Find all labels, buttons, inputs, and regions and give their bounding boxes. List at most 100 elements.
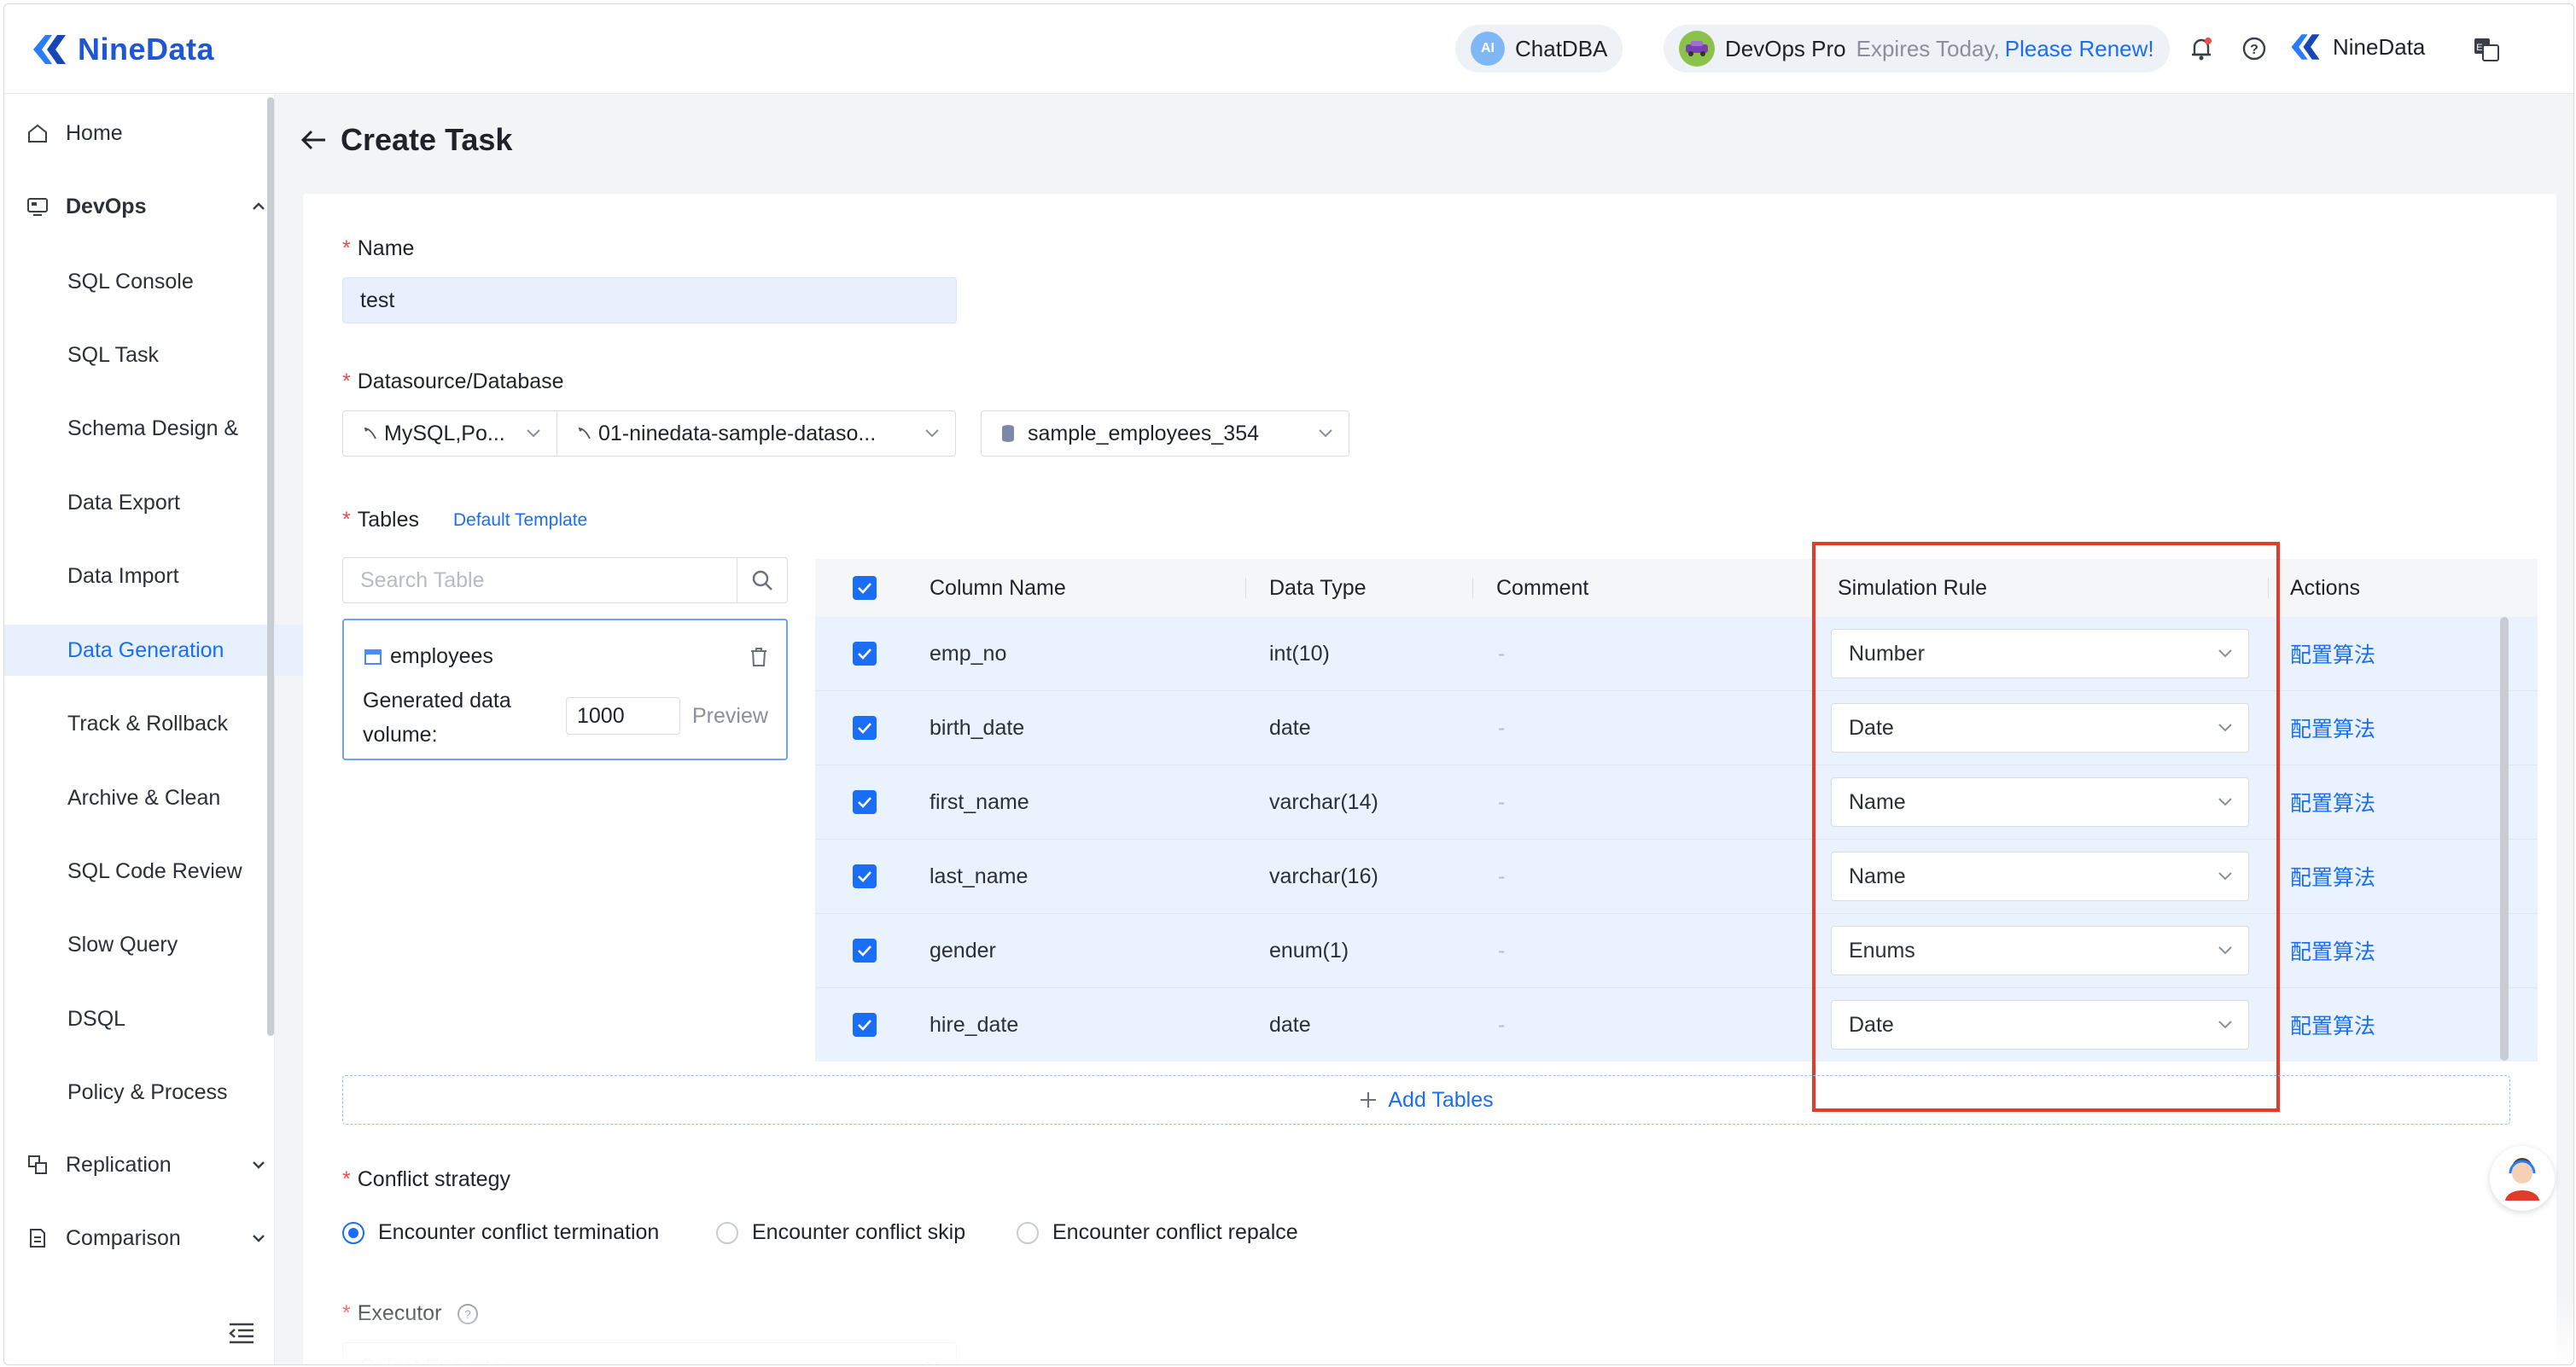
radio-conflict-termination[interactable]: Encounter conflict termination: [342, 1220, 659, 1245]
sidebar-item-sql-code-review[interactable]: SQL Code Review: [4, 846, 329, 897]
simulation-rule-highlight-box: [1812, 542, 2280, 1112]
radio-conflict-replace[interactable]: Encounter conflict repalce: [1017, 1220, 1298, 1245]
comparison-icon: [30, 1229, 45, 1248]
plus-icon: [1361, 1092, 1377, 1108]
cell-comment: -: [1498, 789, 1506, 814]
header-comment: Comment: [1496, 575, 1589, 600]
sidebar-item-comparison[interactable]: Comparison: [4, 1213, 288, 1264]
datasource-label: * Datasource/Database: [342, 369, 564, 393]
radio-label: Encounter conflict skip: [752, 1220, 966, 1244]
check-icon: [858, 649, 871, 660]
header-column-name: Column Name: [930, 575, 1066, 600]
support-avatar-button[interactable]: [2490, 1146, 2555, 1211]
cell-column-name: birth_date: [930, 715, 1025, 740]
configure-algorithm-link[interactable]: 配置算法: [2290, 914, 2375, 987]
svg-text:?: ?: [465, 1307, 472, 1321]
executor-select[interactable]: Select Executor: [342, 1342, 957, 1364]
add-tables-button[interactable]: Add Tables: [342, 1075, 2510, 1125]
select-all-checkbox[interactable]: [853, 559, 877, 617]
search-button[interactable]: [737, 558, 787, 602]
cell-column-name: hire_date: [930, 1012, 1019, 1037]
radio-dot[interactable]: [1017, 1221, 1039, 1244]
sidebar-item-data-generation[interactable]: Data Generation: [4, 625, 329, 676]
sidebar-item-label: SQL Console: [67, 269, 194, 294]
sidebar-item-track-rollback[interactable]: Track & Rollback: [4, 698, 329, 749]
cell-column-name: gender: [930, 938, 996, 963]
support-agent-icon: [2505, 1158, 2539, 1201]
cell-column-name: last_name: [930, 864, 1029, 888]
cell-data-type: varchar(14): [1269, 789, 1378, 814]
sidebar-item-dsql[interactable]: DSQL: [4, 993, 329, 1044]
logo[interactable]: NineData: [30, 28, 214, 71]
help-icon[interactable]: ?: [2239, 33, 2270, 64]
back-arrow-icon[interactable]: [300, 127, 329, 153]
mysql-icon: [578, 428, 591, 439]
chevron-down-icon: [1319, 429, 1332, 438]
sidebar-item-label: Comparison: [66, 1225, 181, 1250]
preview-button[interactable]: Preview: [692, 704, 768, 729]
chevron-down-icon: [253, 1235, 265, 1242]
name-input[interactable]: test: [342, 277, 957, 323]
sidebar-item-label: DevOps: [66, 194, 147, 218]
sidebar-item-sql-task[interactable]: SQL Task: [4, 329, 329, 381]
default-template-link[interactable]: Default Template: [453, 510, 587, 531]
volume-input[interactable]: 1000: [566, 697, 680, 735]
header-data-type: Data Type: [1269, 575, 1367, 600]
sidebar-item-data-import[interactable]: Data Import: [4, 550, 329, 602]
sidebar-scrollbar[interactable]: [267, 97, 274, 1036]
configure-algorithm-link[interactable]: 配置算法: [2290, 691, 2375, 765]
datasource-select[interactable]: 01-ninedata-sample-dataso...: [557, 410, 956, 457]
sidebar-item-devops[interactable]: DevOps: [4, 181, 288, 232]
plan-expiry: Expires Today,: [1856, 35, 2000, 61]
volume-label: Generated data volume:: [363, 689, 511, 747]
sidebar-item-schema-design[interactable]: Schema Design &: [4, 403, 329, 454]
sidebar-item-label: Data Export: [67, 490, 181, 515]
row-checkbox[interactable]: [853, 765, 877, 839]
radio-conflict-skip[interactable]: Encounter conflict skip: [716, 1220, 965, 1245]
collapse-sidebar-icon[interactable]: [228, 1321, 255, 1345]
row-checkbox[interactable]: [853, 988, 877, 1062]
table-search-input[interactable]: Search Table: [342, 557, 788, 603]
table-card-title: employees: [364, 644, 493, 669]
configure-algorithm-link[interactable]: 配置算法: [2290, 988, 2375, 1062]
sidebar-item-replication[interactable]: Replication: [4, 1139, 288, 1190]
header-divider: [1245, 578, 1246, 598]
trash-icon[interactable]: [749, 646, 769, 668]
cell-data-type: date: [1269, 1012, 1311, 1037]
chevron-up-icon: [253, 202, 265, 210]
configure-algorithm-link[interactable]: 配置算法: [2290, 840, 2375, 913]
radio-dot[interactable]: [342, 1221, 364, 1244]
language-switch-icon[interactable]: En: [2471, 33, 2502, 64]
sidebar-item-label: Track & Rollback: [67, 711, 229, 736]
user-menu[interactable]: NineData: [2288, 30, 2425, 64]
help-circle-icon[interactable]: ?: [457, 1303, 479, 1325]
sidebar-item-data-export[interactable]: Data Export: [4, 477, 329, 528]
configure-algorithm-link[interactable]: 配置算法: [2290, 765, 2375, 839]
sidebar-item-slow-query[interactable]: Slow Query: [4, 919, 329, 970]
row-checkbox[interactable]: [853, 914, 877, 987]
row-checkbox[interactable]: [853, 617, 877, 690]
chatdba-label: ChatDBA: [1515, 35, 1608, 61]
radio-dot[interactable]: [716, 1221, 738, 1244]
sidebar-item-home[interactable]: Home: [4, 108, 288, 159]
database-select[interactable]: sample_employees_354: [981, 410, 1349, 457]
renew-link[interactable]: Please Renew!: [2005, 36, 2154, 62]
sidebar-item-label: Archive & Clean: [67, 785, 221, 810]
datasource-type-value: MySQL,Po...: [384, 421, 505, 445]
columns-table-scrollbar[interactable]: [2500, 617, 2509, 1061]
sidebar-item-policy-process[interactable]: Policy & Process: [4, 1067, 329, 1118]
row-checkbox[interactable]: [853, 840, 877, 913]
ninedata-logo-icon: [33, 35, 66, 64]
notification-bell-icon[interactable]: [2186, 33, 2217, 64]
row-checkbox[interactable]: [853, 691, 877, 765]
sidebar-item-label: Schema Design &: [67, 416, 239, 440]
top-header: NineData AI ChatDBA DevOps Pro Expires T…: [4, 4, 2573, 94]
datasource-type-select[interactable]: MySQL,Po...: [342, 410, 557, 457]
sidebar-item-archive-clean[interactable]: Archive & Clean: [4, 772, 329, 823]
check-icon: [858, 871, 871, 882]
table-card-employees[interactable]: employees Generated data volume: 1000 Pr…: [342, 619, 788, 760]
chatdba-button[interactable]: AI ChatDBA: [1455, 25, 1623, 73]
plan-banner[interactable]: DevOps Pro Expires Today, Please Renew!: [1664, 25, 2170, 73]
sidebar-item-sql-console[interactable]: SQL Console: [4, 256, 329, 307]
configure-algorithm-link[interactable]: 配置算法: [2290, 617, 2375, 690]
